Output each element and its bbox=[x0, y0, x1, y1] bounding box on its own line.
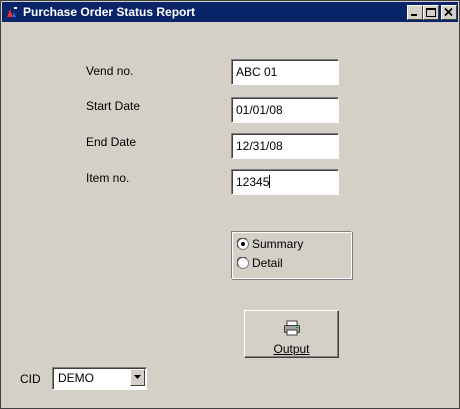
report-window: Purchase Order Status Report Vend no. AB… bbox=[0, 0, 460, 409]
item-no-label: Item no. bbox=[86, 171, 130, 185]
end-date-label: End Date bbox=[86, 135, 137, 149]
chevron-down-icon bbox=[134, 375, 141, 379]
title-bar[interactable]: Purchase Order Status Report bbox=[2, 2, 458, 22]
vend-no-label: Vend no. bbox=[86, 64, 134, 78]
cid-selected-value: DEMO bbox=[58, 371, 94, 385]
detail-radio-label[interactable]: Detail bbox=[252, 256, 283, 271]
start-date-label: Start Date bbox=[86, 99, 141, 113]
detail-radio-icon[interactable] bbox=[237, 257, 249, 269]
vend-no-value: ABC 01 bbox=[236, 65, 278, 79]
output-button-label: Output bbox=[273, 342, 310, 356]
maximize-icon bbox=[426, 8, 436, 17]
minimize-button[interactable] bbox=[407, 5, 423, 20]
start-date-field[interactable]: 01/01/08 bbox=[231, 97, 339, 123]
window-title: Purchase Order Status Report bbox=[23, 5, 196, 19]
close-button[interactable] bbox=[441, 5, 457, 20]
output-button[interactable]: Output bbox=[244, 310, 339, 358]
vend-no-field[interactable]: ABC 01 bbox=[231, 59, 339, 85]
printer-icon bbox=[284, 320, 300, 336]
maximize-button[interactable] bbox=[423, 5, 439, 20]
item-no-value: 12345 bbox=[236, 175, 270, 189]
start-date-value: 01/01/08 bbox=[236, 103, 283, 117]
close-icon bbox=[444, 7, 453, 17]
end-date-value: 12/31/08 bbox=[236, 139, 283, 153]
cid-select[interactable]: DEMO bbox=[52, 367, 147, 390]
summary-radio-label[interactable]: Summary bbox=[252, 237, 303, 252]
item-no-field[interactable]: 12345 bbox=[231, 169, 339, 195]
cid-label: CID bbox=[20, 372, 41, 386]
cid-dropdown-button[interactable] bbox=[130, 369, 145, 386]
end-date-field[interactable]: 12/31/08 bbox=[231, 133, 339, 159]
minimize-icon bbox=[411, 14, 417, 16]
summary-radio-icon[interactable] bbox=[237, 238, 249, 250]
report-type-group: Summary Detail bbox=[231, 231, 352, 279]
app-icon bbox=[7, 7, 17, 17]
text-caret bbox=[269, 175, 271, 188]
